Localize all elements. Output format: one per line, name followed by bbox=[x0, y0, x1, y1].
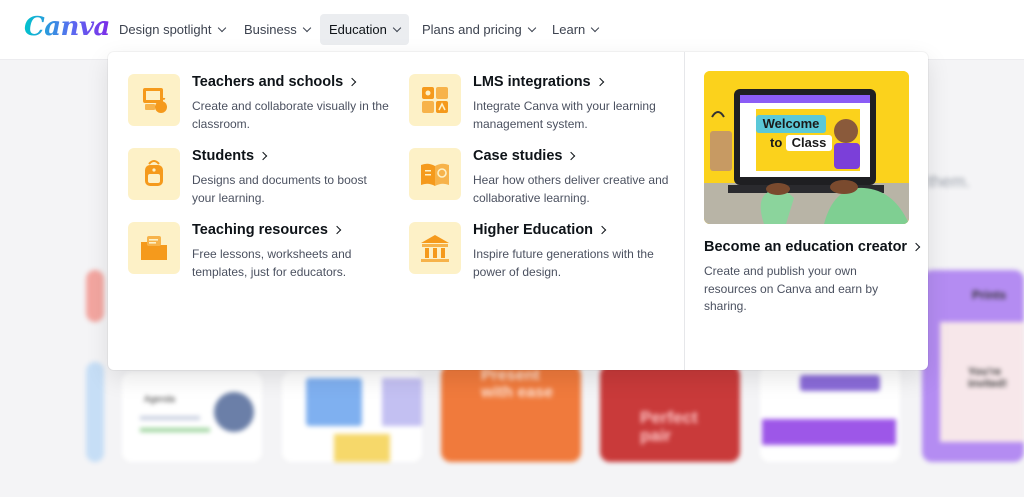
background-card-present: Present with ease bbox=[441, 365, 581, 462]
nav-item-plans-and-pricing[interactable]: Plans and pricing bbox=[413, 14, 544, 45]
feature-image-text: Welcome bbox=[763, 116, 820, 131]
chevron-down-icon bbox=[302, 23, 311, 32]
background-card-agenda: Agenda bbox=[122, 372, 262, 462]
card-text: Prints bbox=[972, 288, 1007, 302]
menu-item-description: Hear how others deliver creative and col… bbox=[473, 173, 669, 205]
background-card bbox=[86, 362, 104, 462]
folder-icon bbox=[128, 222, 180, 274]
nav-item-design-spotlight[interactable]: Design spotlight bbox=[110, 14, 234, 45]
nav-label: Plans and pricing bbox=[422, 22, 522, 37]
menu-item-title: Teachers and schools bbox=[192, 74, 357, 90]
background-card-prints: Prints You're invited! bbox=[922, 270, 1024, 462]
card-text: You're invited! bbox=[968, 366, 1008, 390]
menu-item-title: LMS integrations bbox=[473, 74, 604, 90]
menu-item-title: Teaching resources bbox=[192, 222, 342, 238]
nav-item-business[interactable]: Business bbox=[235, 14, 319, 45]
menu-divider bbox=[684, 52, 685, 370]
feature-image[interactable]: Welcome to Class bbox=[704, 71, 909, 224]
menu-item-description: Inspire future generations with the powe… bbox=[473, 247, 654, 279]
menu-item-case-studies[interactable]: Case studies Hear how others deliver cre… bbox=[409, 148, 679, 210]
menu-item-description: Integrate Canva with your learning manag… bbox=[473, 99, 656, 131]
nav-label: Business bbox=[244, 22, 297, 37]
background-card bbox=[86, 270, 104, 322]
card-text: Perfect pair bbox=[640, 408, 698, 445]
feature-image-text: Class bbox=[792, 135, 827, 150]
menu-item-description: Designs and documents to boost your lear… bbox=[192, 173, 367, 205]
chevron-down-icon bbox=[392, 23, 402, 32]
menu-item-students[interactable]: Students Designs and documents to boost … bbox=[128, 148, 398, 210]
menu-item-higher-education[interactable]: Higher Education Inspire future generati… bbox=[409, 222, 679, 284]
nav-item-education[interactable]: Education bbox=[320, 14, 409, 45]
menu-item-title: Students bbox=[192, 148, 268, 164]
nav-label: Design spotlight bbox=[119, 22, 212, 37]
feature-title[interactable]: Become an education creator bbox=[704, 239, 921, 255]
book-icon bbox=[409, 148, 461, 200]
nav-label: Learn bbox=[552, 22, 586, 37]
chevron-right-icon bbox=[595, 77, 604, 87]
classroom-icon bbox=[128, 74, 180, 126]
menu-item-lms-integrations[interactable]: LMS integrations Integrate Canva with yo… bbox=[409, 74, 679, 136]
chevron-down-icon bbox=[527, 23, 536, 32]
chevron-right-icon bbox=[597, 225, 607, 235]
menu-item-title: Higher Education bbox=[473, 222, 607, 238]
top-navigation-bar: Canva Design spotlight Business Educatio… bbox=[0, 0, 1024, 60]
card-text: Present with ease bbox=[481, 367, 554, 401]
card-text: Agenda bbox=[144, 394, 176, 404]
chevron-right-icon bbox=[258, 151, 268, 161]
education-dropdown-menu: Teachers and schools Create and collabor… bbox=[108, 52, 928, 370]
feature-image-text: to bbox=[770, 135, 782, 150]
background-card-audio bbox=[760, 365, 900, 462]
nav-label: Education bbox=[329, 22, 387, 37]
lms-blocks-icon bbox=[409, 74, 461, 126]
menu-item-description: Create and collaborate visually in the c… bbox=[192, 99, 389, 131]
menu-item-title: Case studies bbox=[473, 148, 576, 164]
chevron-right-icon bbox=[332, 225, 342, 235]
menu-item-teachers-and-schools[interactable]: Teachers and schools Create and collabor… bbox=[128, 74, 398, 136]
background-card bbox=[282, 372, 422, 462]
canva-logo[interactable]: Canva bbox=[24, 12, 110, 42]
chevron-down-icon bbox=[217, 23, 226, 32]
background-card-perfect: Perfect pair bbox=[600, 365, 740, 462]
chevron-right-icon bbox=[911, 242, 921, 252]
chevron-down-icon bbox=[591, 23, 600, 32]
nav-item-learn[interactable]: Learn bbox=[543, 14, 607, 45]
backpack-icon bbox=[128, 148, 180, 200]
chevron-right-icon bbox=[567, 151, 576, 161]
chevron-right-icon bbox=[347, 77, 357, 87]
menu-item-teaching-resources[interactable]: Teaching resources Free lessons, workshe… bbox=[128, 222, 398, 284]
feature-description: Create and publish your own resources on… bbox=[704, 264, 879, 313]
university-icon bbox=[409, 222, 461, 274]
menu-item-description: Free lessons, worksheets and templates, … bbox=[192, 247, 352, 279]
